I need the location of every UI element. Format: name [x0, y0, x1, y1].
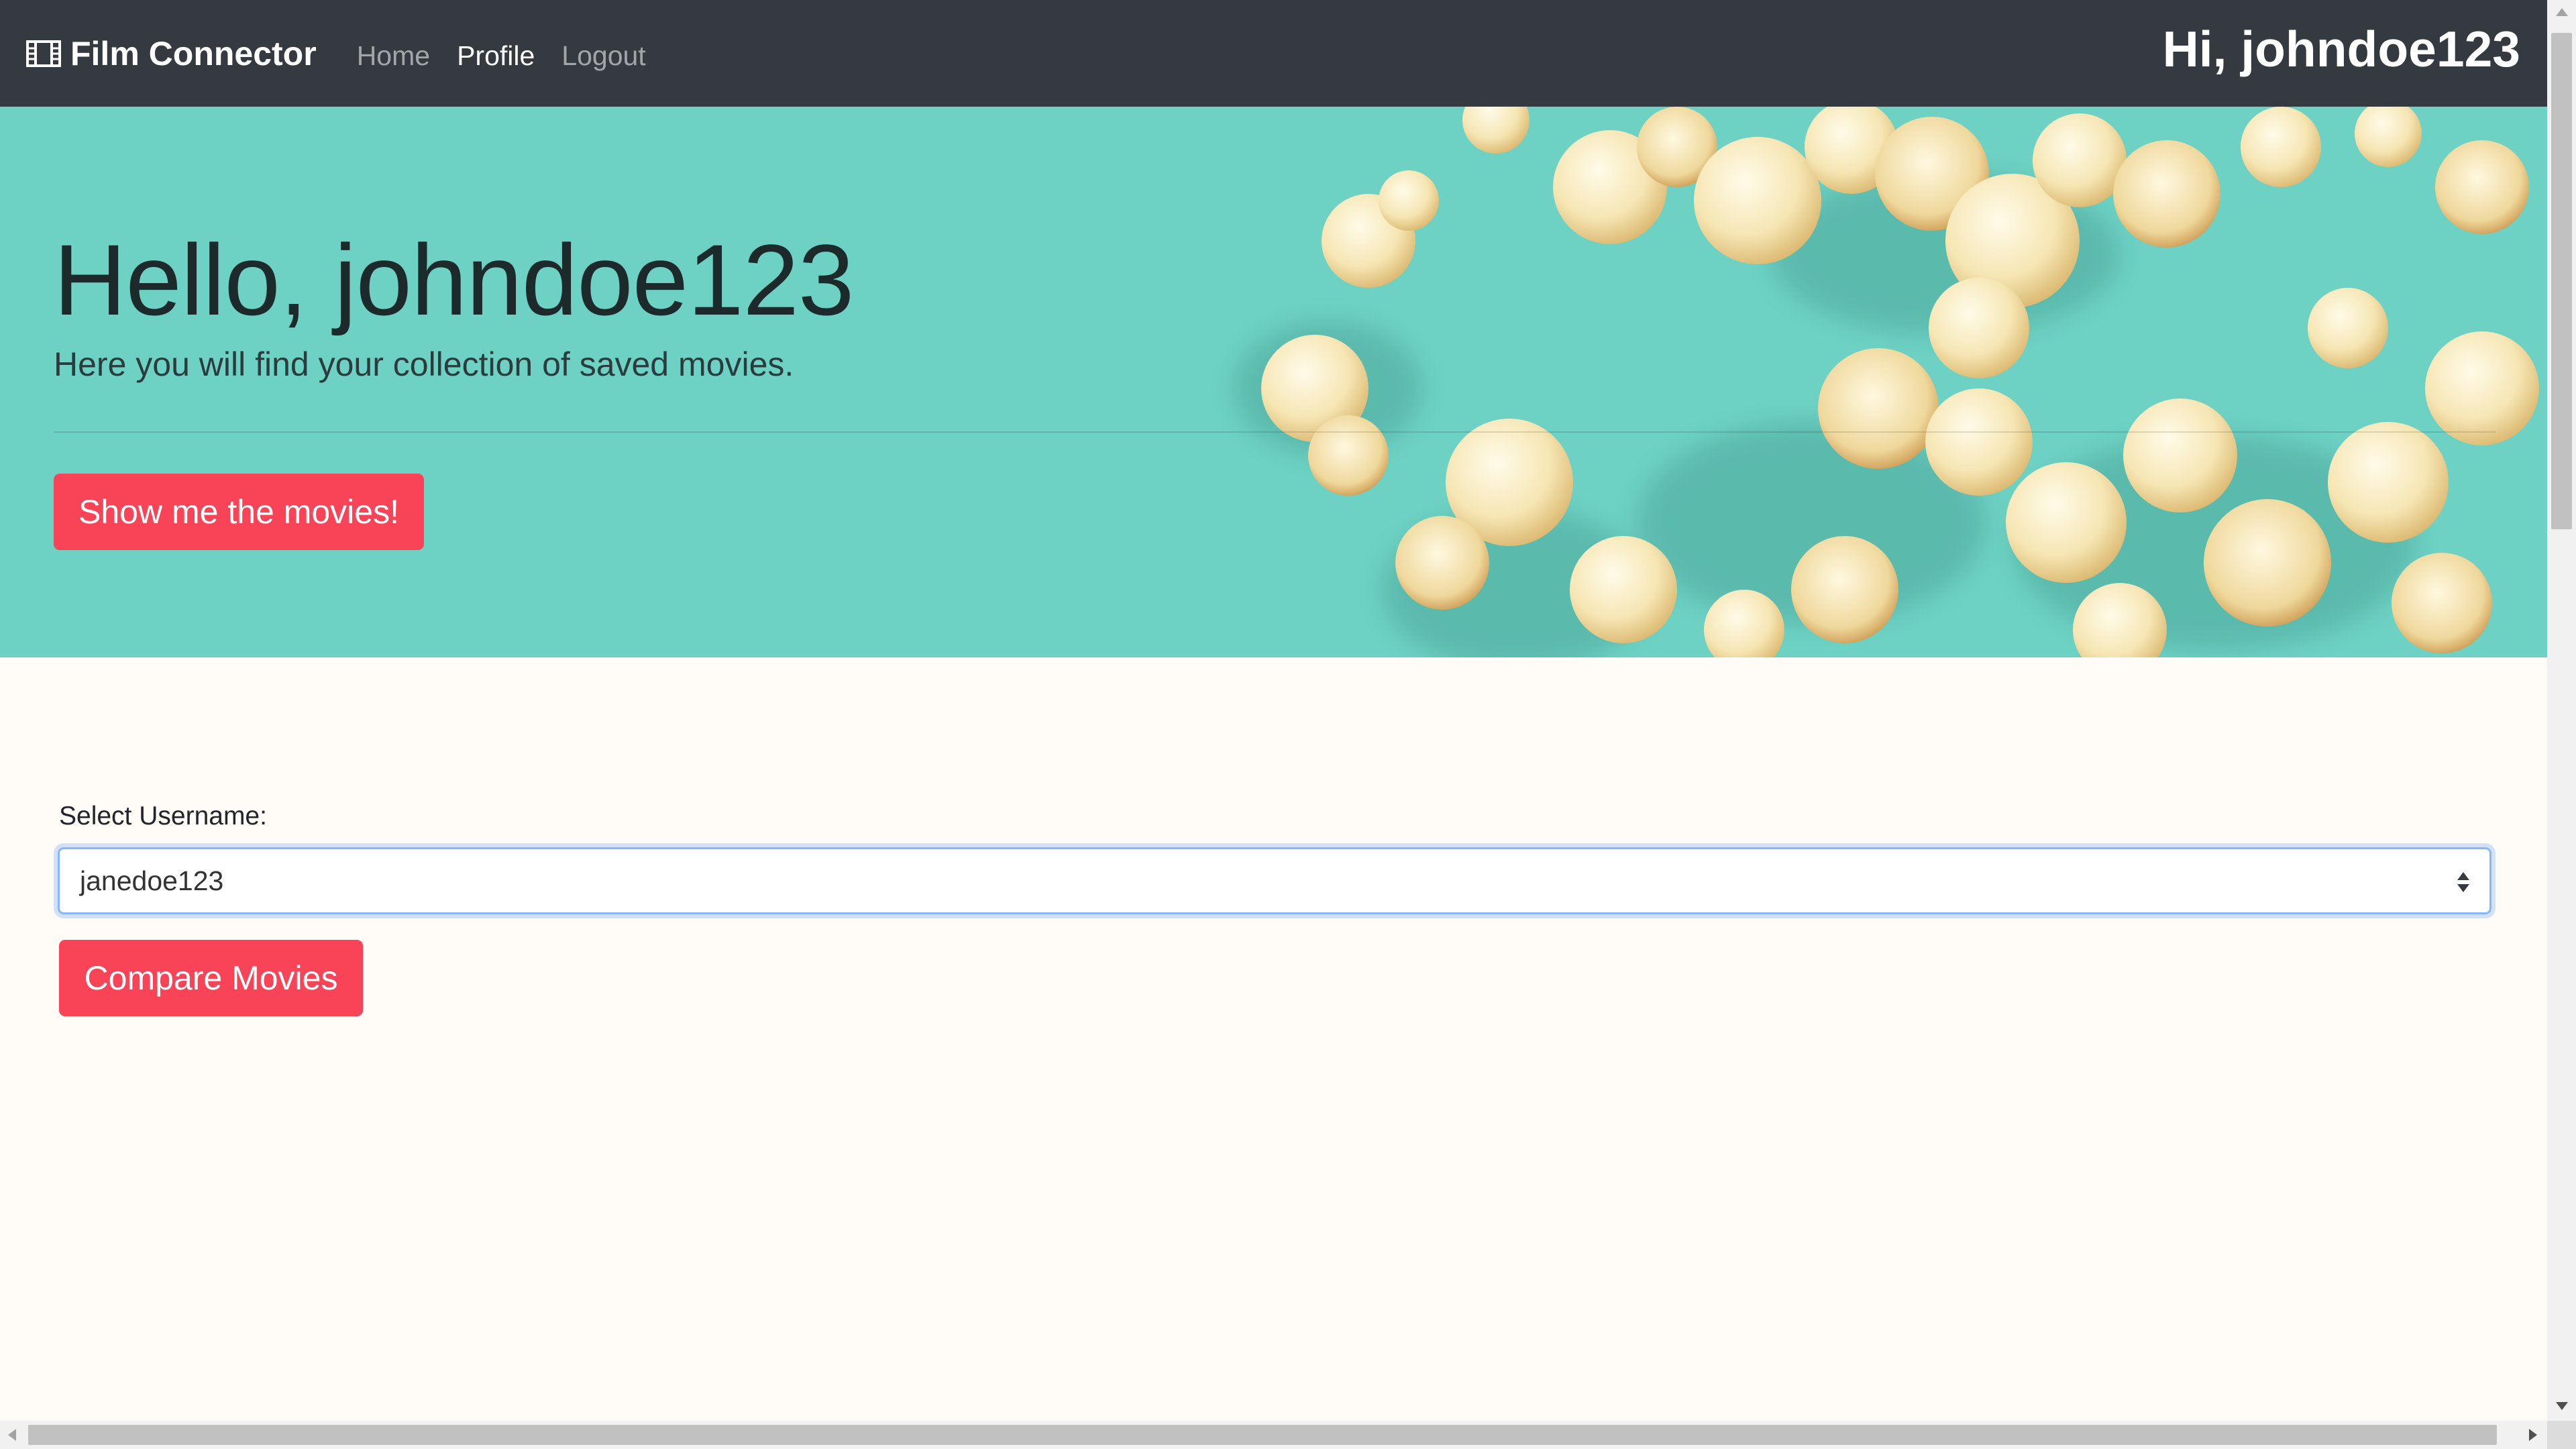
navbar: Film Connector Home Profile Logout Hi, j… — [0, 0, 2547, 107]
horizontal-scroll-thumb[interactable] — [28, 1425, 2497, 1445]
page: Film Connector Home Profile Logout Hi, j… — [0, 0, 2547, 1421]
scroll-up-arrow-icon[interactable] — [2556, 8, 2568, 16]
hero-divider — [54, 431, 2496, 433]
nav-logout-link[interactable]: Logout — [561, 40, 645, 72]
scroll-down-arrow-icon[interactable] — [2556, 1402, 2568, 1410]
scroll-left-arrow-icon[interactable] — [8, 1429, 16, 1441]
nav-home-link[interactable]: Home — [357, 40, 430, 72]
username-select-value: janedoe123 — [80, 865, 224, 896]
scroll-right-arrow-icon[interactable] — [2529, 1429, 2537, 1441]
brand-link[interactable]: Film Connector — [26, 34, 317, 73]
vertical-scrollbar[interactable] — [2547, 0, 2576, 1421]
hero-subtitle: Here you will find your collection of sa… — [54, 345, 794, 383]
vertical-scroll-thumb[interactable] — [2551, 33, 2572, 529]
compare-movies-button[interactable]: Compare Movies — [59, 940, 363, 1016]
hero-jumbotron: Hello, johndoe123 Here you will find you… — [0, 107, 2547, 657]
show-movies-button[interactable]: Show me the movies! — [54, 474, 424, 550]
select-arrows-icon — [2457, 872, 2469, 892]
brand-label: Film Connector — [70, 34, 317, 72]
hero-title: Hello, johndoe123 — [54, 223, 854, 336]
film-icon — [26, 40, 61, 67]
select-username-label: Select Username: — [59, 802, 267, 830]
user-greeting: Hi, johndoe123 — [2162, 21, 2520, 77]
horizontal-scrollbar[interactable] — [0, 1421, 2547, 1449]
username-select[interactable]: janedoe123 — [58, 847, 2491, 914]
scrollbar-corner — [2547, 1421, 2576, 1449]
nav-profile-link[interactable]: Profile — [457, 40, 535, 72]
